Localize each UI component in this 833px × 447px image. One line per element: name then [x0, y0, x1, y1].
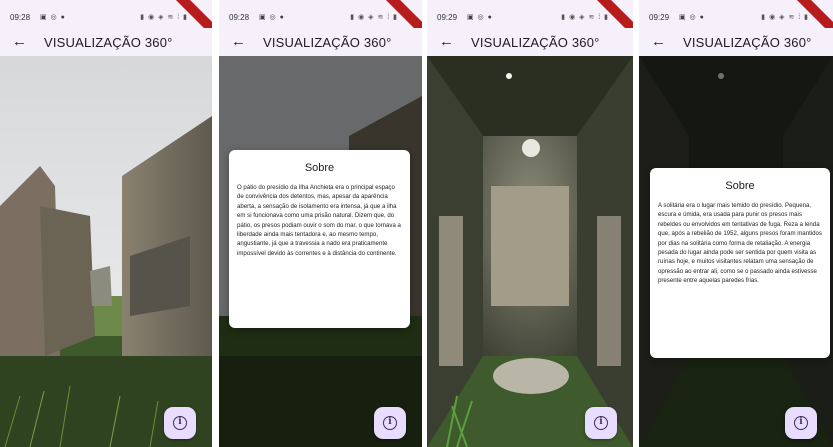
app-bar: ← VISUALIZAÇÃO 360°: [0, 28, 212, 56]
app-bar: ← VISUALIZAÇÃO 360°: [427, 28, 633, 56]
status-bar: 09:29 ▣ ◎ ● ▮ ◉ ◈ ≋ ⁞ ▮: [427, 0, 633, 42]
page-title: VISUALIZAÇÃO 360°: [263, 35, 392, 50]
info-icon: i: [594, 416, 608, 430]
status-time: 09:29: [437, 13, 458, 22]
status-time: 09:28: [10, 13, 31, 22]
info-button[interactable]: i: [585, 407, 617, 439]
info-icon: i: [383, 416, 397, 430]
notification-icons: ▣ ◎ ●: [259, 14, 285, 21]
system-status-icons: ▮ ◉ ◈ ≋ ⁞ ▮: [350, 14, 398, 21]
panorama-image: [427, 56, 633, 447]
panorama-view[interactable]: Sobre O pátio do presídio da Ilha Anchie…: [219, 56, 422, 447]
arrow-left-icon[interactable]: ←: [231, 33, 246, 50]
phone-screen-1: 09:28 ▣ ◎ ● ▮ ◉ ◈ ≋ ⁞ ▮ ← VISUALIZAÇÃO 3…: [0, 0, 212, 447]
app-bar: ← VISUALIZAÇÃO 360°: [639, 28, 833, 56]
panorama-view[interactable]: i: [427, 56, 633, 447]
notification-icons: ▣ ◎ ●: [40, 14, 66, 21]
dialog-title: Sobre: [304, 162, 335, 174]
info-button[interactable]: i: [374, 407, 406, 439]
phone-screen-4: 09:29 ▣ ◎ ● ▮ ◉ ◈ ≋ ⁞ ▮ ← VISUALIZAÇÃO 3…: [639, 0, 833, 447]
about-dialog: Sobre A solitária era o lugar mais temid…: [650, 168, 830, 358]
status-bar: 09:28 ▣ ◎ ● ▮ ◉ ◈ ≋ ⁞ ▮: [0, 0, 212, 42]
status-bar: 09:28 ▣ ◎ ● ▮ ◉ ◈ ≋ ⁞ ▮: [219, 0, 422, 42]
dialog-text: A solitária era o lugar mais temido do p…: [658, 202, 822, 285]
page-title: VISUALIZAÇÃO 360°: [683, 35, 812, 50]
arrow-left-icon[interactable]: ←: [439, 33, 454, 50]
dialog-text: O pátio do presídio da Ilha Anchieta era…: [237, 184, 401, 257]
arrow-left-icon[interactable]: ←: [651, 33, 666, 50]
info-icon: i: [173, 416, 187, 430]
info-button[interactable]: i: [164, 407, 196, 439]
panorama-image: [0, 56, 212, 447]
info-icon: i: [794, 416, 808, 430]
info-button[interactable]: i: [785, 407, 817, 439]
page-title: VISUALIZAÇÃO 360°: [471, 35, 600, 50]
phone-screen-2: 09:28 ▣ ◎ ● ▮ ◉ ◈ ≋ ⁞ ▮ ← VISUALIZAÇÃO 3…: [219, 0, 422, 447]
page-title: VISUALIZAÇÃO 360°: [44, 35, 173, 50]
arrow-left-icon[interactable]: ←: [12, 33, 27, 50]
app-bar: ← VISUALIZAÇÃO 360°: [219, 28, 422, 56]
notification-icons: ▣ ◎ ●: [467, 14, 493, 21]
panorama-view[interactable]: i: [0, 56, 212, 447]
system-status-icons: ▮ ◉ ◈ ≋ ⁞ ▮: [140, 14, 188, 21]
about-dialog: Sobre O pátio do presídio da Ilha Anchie…: [229, 150, 410, 328]
phone-screen-3: 09:29 ▣ ◎ ● ▮ ◉ ◈ ≋ ⁞ ▮ ← VISUALIZAÇÃO 3…: [427, 0, 633, 447]
status-time: 09:29: [649, 13, 670, 22]
status-time: 09:28: [229, 13, 250, 22]
panorama-view[interactable]: Sobre A solitária era o lugar mais temid…: [639, 56, 833, 447]
system-status-icons: ▮ ◉ ◈ ≋ ⁞ ▮: [561, 14, 609, 21]
dialog-title: Sobre: [725, 180, 755, 192]
notification-icons: ▣ ◎ ●: [679, 14, 705, 21]
status-bar: 09:29 ▣ ◎ ● ▮ ◉ ◈ ≋ ⁞ ▮: [639, 0, 833, 42]
system-status-icons: ▮ ◉ ◈ ≋ ⁞ ▮: [761, 14, 809, 21]
